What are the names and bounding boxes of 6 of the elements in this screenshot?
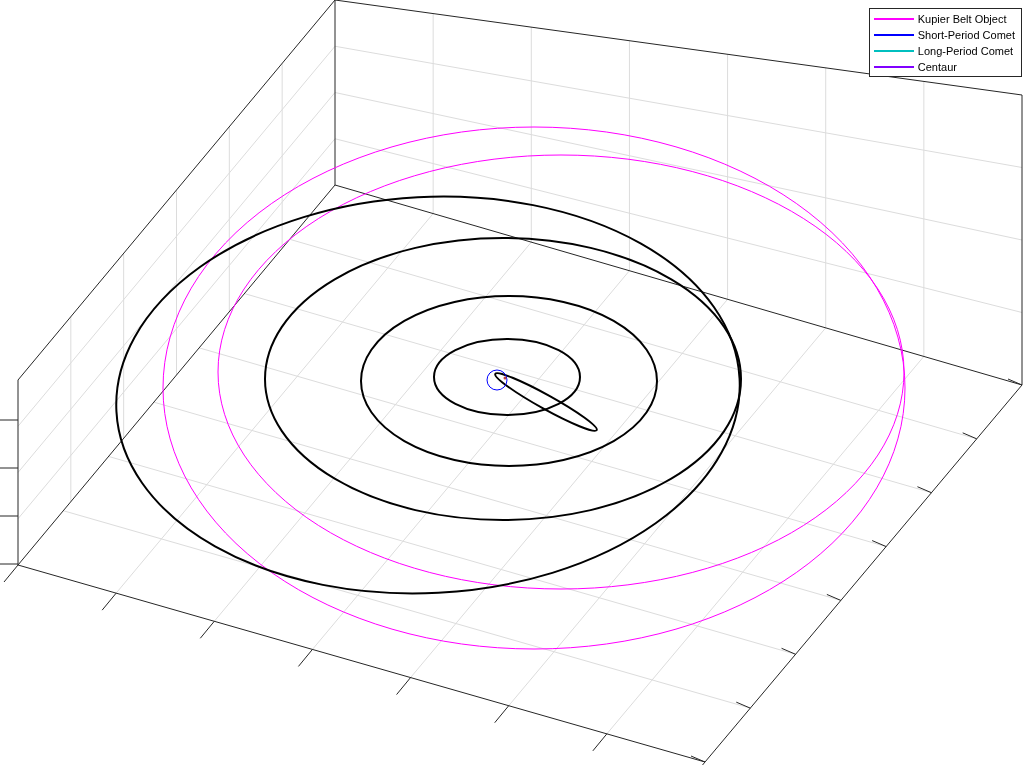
sun-dot [503, 376, 507, 380]
legend-label: Centaur [917, 60, 957, 73]
legend-label: Long-Period Comet [917, 44, 1014, 57]
orbit-circle [486, 369, 508, 391]
legend-label: Kupier Belt Object [917, 12, 1007, 25]
legend-label: Short-Period Comet [917, 28, 1015, 41]
